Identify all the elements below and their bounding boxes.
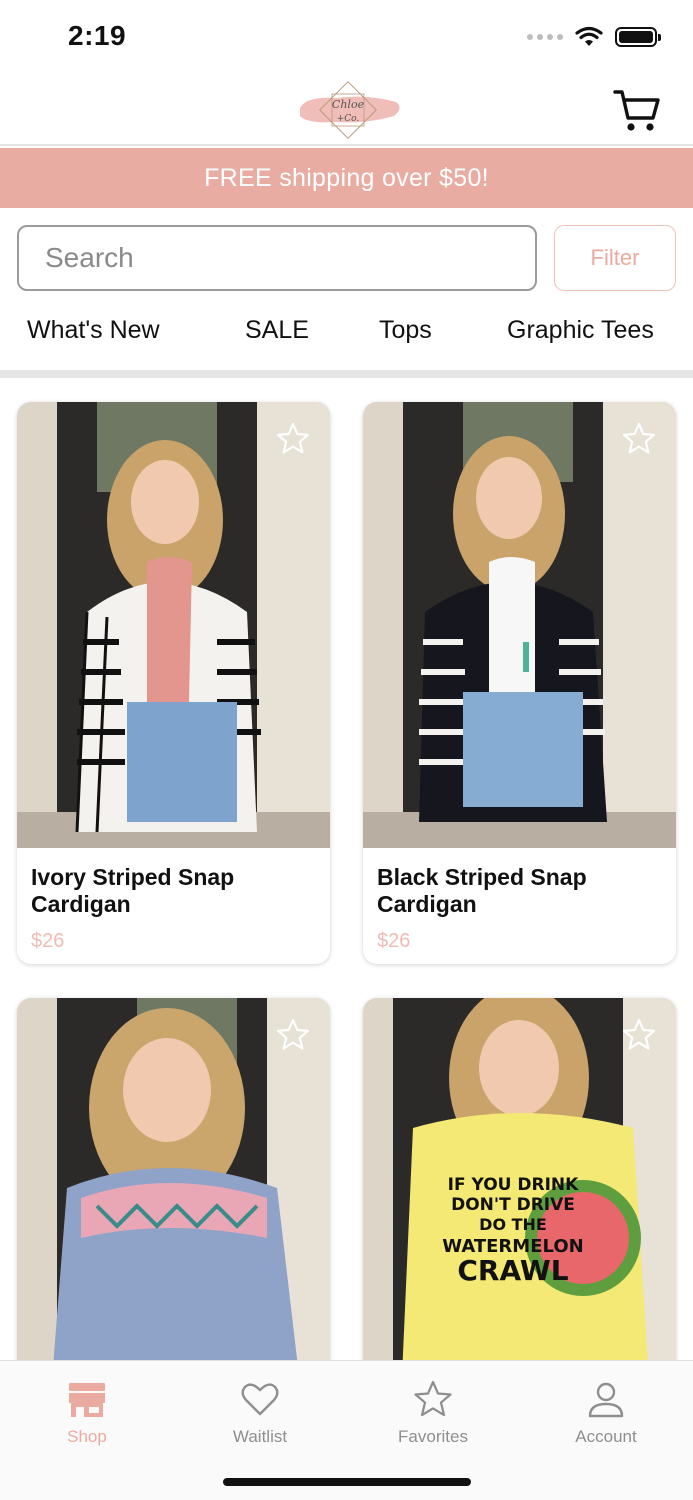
svg-text:IF YOU DRINK: IF YOU DRINK [448,1175,579,1195]
cellular-signal-icon [527,34,563,40]
product-grid: Ivory Striped Snap Cardigan $26 Black St… [0,378,693,1360]
star-outline-icon[interactable] [276,1018,310,1052]
product-photo [363,402,676,848]
product-card[interactable]: Black Striped Snap Cardigan $26 [363,402,676,964]
tab-favorites[interactable]: Favorites [373,1379,493,1447]
category-tabs: What's New SALE Tops Graphic Tees [0,304,693,360]
product-card[interactable]: IF YOU DRINK DON'T DRIVE DO THE WATERMEL… [363,998,676,1360]
svg-text:DO THE: DO THE [479,1215,547,1234]
status-time: 2:19 [68,20,127,51]
product-price: $26 [31,930,65,952]
svg-text:DON'T DRIVE: DON'T DRIVE [451,1195,575,1215]
product-name: Black Striped Snap Cardigan [377,864,587,917]
product-image[interactable] [17,998,330,1360]
shopping-cart-icon[interactable] [613,88,661,134]
tab-waitlist[interactable]: Waitlist [200,1379,320,1447]
svg-text:Chloe: Chloe [332,98,365,111]
product-photo [17,402,330,848]
promo-banner[interactable]: FREE shipping over $50! [0,148,693,208]
storefront-icon [69,1383,105,1417]
person-icon [588,1382,624,1418]
tab-shop[interactable]: Shop [27,1379,147,1447]
product-image[interactable]: IF YOU DRINK DON'T DRIVE DO THE WATERMEL… [363,998,676,1360]
category-tab-tops[interactable]: Tops [379,316,432,345]
product-price: $26 [377,930,411,952]
category-tab-whats-new[interactable]: What's New [27,316,160,345]
tab-label: Favorites [398,1427,468,1446]
battery-icon [615,27,661,47]
star-outline-icon[interactable] [622,1018,656,1052]
tab-label: Waitlist [232,1427,288,1446]
svg-text:CRAWL: CRAWL [457,1254,568,1287]
brand-logo[interactable]: Chloe +Co. [296,78,404,142]
tab-label: Account [575,1427,637,1446]
product-photo: IF YOU DRINK DON'T DRIVE DO THE WATERMEL… [363,998,676,1360]
category-tab-graphic-tees[interactable]: Graphic Tees [507,316,654,345]
product-card[interactable] [17,998,330,1360]
star-outline-icon[interactable] [276,422,310,456]
status-icons [527,26,661,48]
product-name: Ivory Striped Snap Cardigan [31,864,235,917]
product-image[interactable] [363,402,676,848]
tab-label: Shop [67,1427,107,1446]
category-tab-sale[interactable]: SALE [245,316,309,345]
section-divider [0,370,693,378]
wifi-icon [575,26,603,46]
star-icon [414,1380,452,1417]
heart-icon [241,1383,279,1416]
tab-account[interactable]: Account [546,1379,666,1447]
star-outline-icon[interactable] [622,422,656,456]
filter-button[interactable]: Filter [554,225,676,291]
product-image[interactable] [17,402,330,848]
product-photo [17,998,330,1360]
search-input[interactable] [17,225,537,291]
home-indicator[interactable] [223,1478,471,1486]
svg-text:+Co.: +Co. [337,114,360,124]
product-card[interactable]: Ivory Striped Snap Cardigan $26 [17,402,330,964]
app-header: Chloe +Co. [0,70,693,146]
status-bar: 2:19 [0,0,693,70]
